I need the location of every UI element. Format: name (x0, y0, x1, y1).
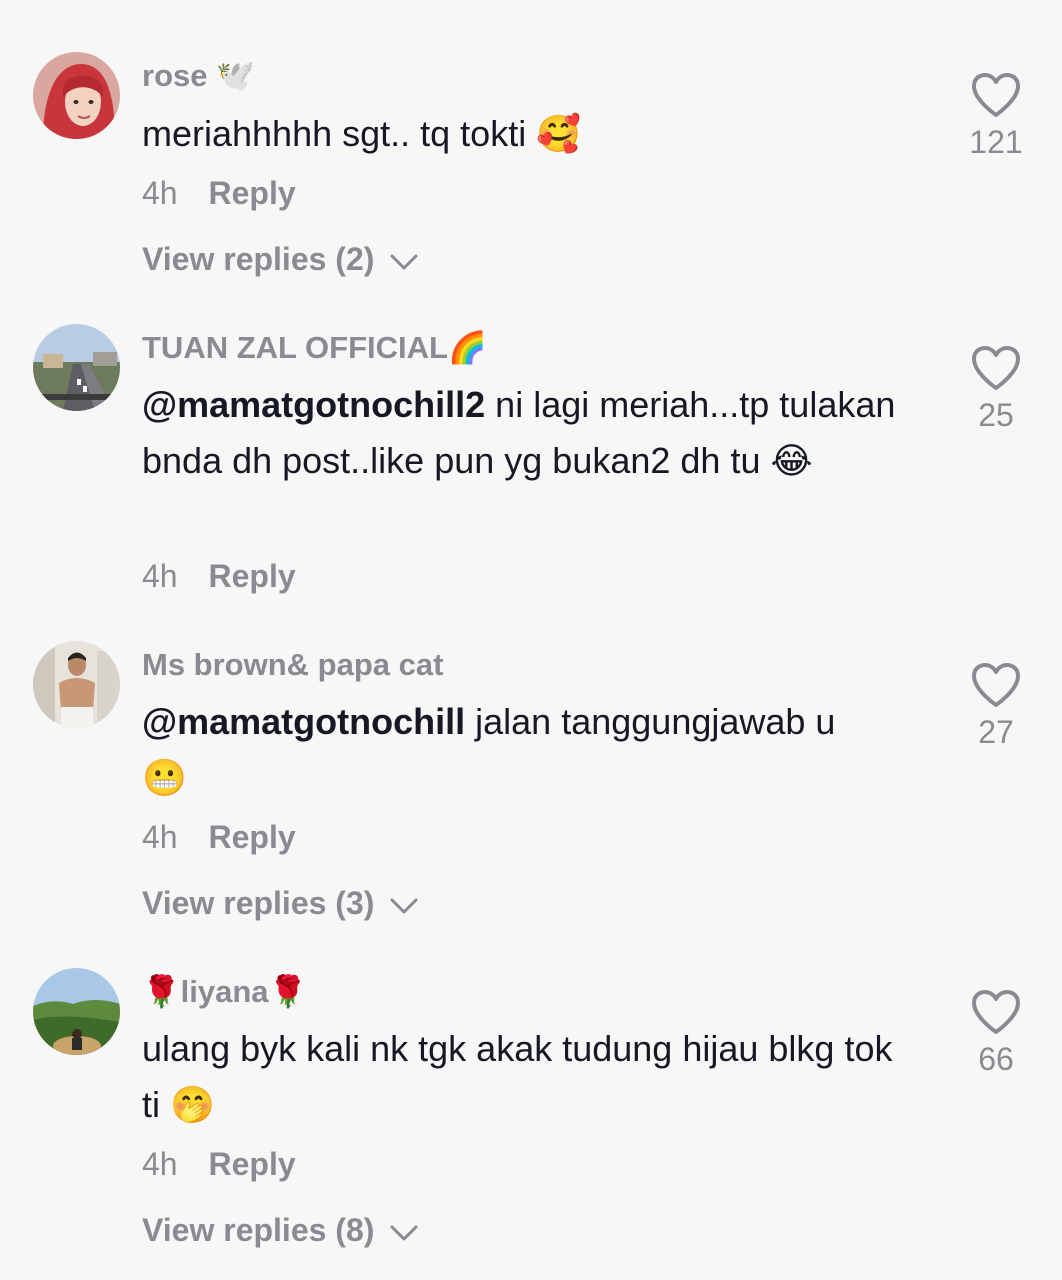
username-text: Ms brown& papa cat (142, 647, 444, 682)
like-count: 25 (978, 397, 1014, 433)
man-portrait-icon (33, 641, 120, 728)
landscape-photo-icon (33, 968, 120, 1055)
hand-over-mouth-emoji: 🤭 (170, 1085, 215, 1126)
avatar[interactable] (33, 52, 120, 139)
grimacing-emoji: 😬 (142, 758, 187, 799)
view-replies-label: View replies (3) (142, 885, 375, 921)
view-replies-label: View replies (2) (142, 241, 375, 277)
timestamp: 4h (142, 175, 178, 211)
timestamp: 4h (142, 558, 178, 594)
mention-link[interactable]: @mamatgotnochill (142, 701, 465, 742)
comment-text: @mamatgotnochill2 ni lagi meriah...tp tu… (142, 377, 912, 490)
timestamp: 4h (142, 1146, 178, 1182)
username-text: TUAN ZAL OFFICIAL (142, 330, 448, 365)
rose-emoji: 🌹 (268, 974, 308, 1010)
timestamp: 4h (142, 819, 178, 855)
smiling-hearts-emoji: 🥰 (536, 114, 582, 155)
comment-text: meriahhhhh sgt.. tq tokti 🥰 (142, 106, 912, 163)
view-replies-label: View replies (8) (142, 1212, 375, 1248)
dove-emoji: 🕊️ (216, 58, 255, 94)
username-text: liyana (180, 974, 269, 1009)
username[interactable]: TUAN ZAL OFFICIAL🌈 (142, 328, 487, 368)
highway-photo-icon (33, 324, 120, 411)
comment-meta: 4h Reply (142, 1144, 296, 1184)
like-button[interactable]: 27 (960, 662, 1032, 752)
username[interactable]: 🌹liyana🌹 (142, 972, 307, 1012)
avatar[interactable] (33, 641, 120, 728)
reply-button[interactable]: Reply (208, 175, 295, 211)
like-button[interactable]: 121 (960, 72, 1032, 162)
comment-meta: 4h Reply (142, 556, 296, 596)
chevron-down-icon (390, 898, 418, 914)
comment-body: ulang byk kali nk tgk akak tudung hijau … (142, 1028, 893, 1125)
comment-meta: 4h Reply (142, 173, 296, 213)
heart-icon (972, 990, 1020, 1034)
reply-button[interactable]: Reply (208, 558, 295, 594)
heart-icon (972, 346, 1020, 390)
avatar[interactable] (33, 324, 120, 411)
view-replies-button[interactable]: View replies (2) (142, 239, 419, 279)
comment-body: meriahhhhh sgt.. tq tokti (142, 113, 527, 154)
chevron-down-icon (390, 254, 418, 270)
comment-body: jalan tanggungjawab u (475, 701, 836, 742)
like-count: 27 (978, 714, 1014, 750)
like-button[interactable]: 25 (960, 345, 1032, 435)
username-text: rose (142, 58, 208, 93)
username[interactable]: rose 🕊️ (142, 56, 255, 96)
view-replies-button[interactable]: View replies (8) (142, 1210, 419, 1250)
comment-text: ulang byk kali nk tgk akak tudung hijau … (142, 1021, 912, 1134)
heart-icon (972, 73, 1020, 117)
comment-meta: 4h Reply (142, 817, 296, 857)
comment-text: @mamatgotnochill jalan tanggungjawab u 😬 (142, 694, 912, 807)
reply-button[interactable]: Reply (208, 819, 295, 855)
tears-of-joy-emoji: 😂 (770, 441, 813, 482)
mention-link[interactable]: @mamatgotnochill2 (142, 384, 485, 425)
username[interactable]: Ms brown& papa cat (142, 645, 443, 685)
heart-icon (972, 663, 1020, 707)
view-replies-button[interactable]: View replies (3) (142, 883, 419, 923)
reply-button[interactable]: Reply (208, 1146, 295, 1182)
comments-list: rose 🕊️ meriahhhhh sgt.. tq tokti 🥰 4h R… (0, 0, 1062, 1280)
avatar[interactable] (33, 968, 120, 1055)
like-count: 66 (978, 1041, 1014, 1077)
like-count: 121 (969, 124, 1023, 160)
chevron-down-icon (390, 1225, 418, 1241)
like-button[interactable]: 66 (960, 989, 1032, 1079)
rainbow-emoji: 🌈 (447, 330, 487, 366)
rose-emoji: 🌹 (142, 974, 181, 1010)
hijab-portrait-icon (33, 52, 120, 139)
